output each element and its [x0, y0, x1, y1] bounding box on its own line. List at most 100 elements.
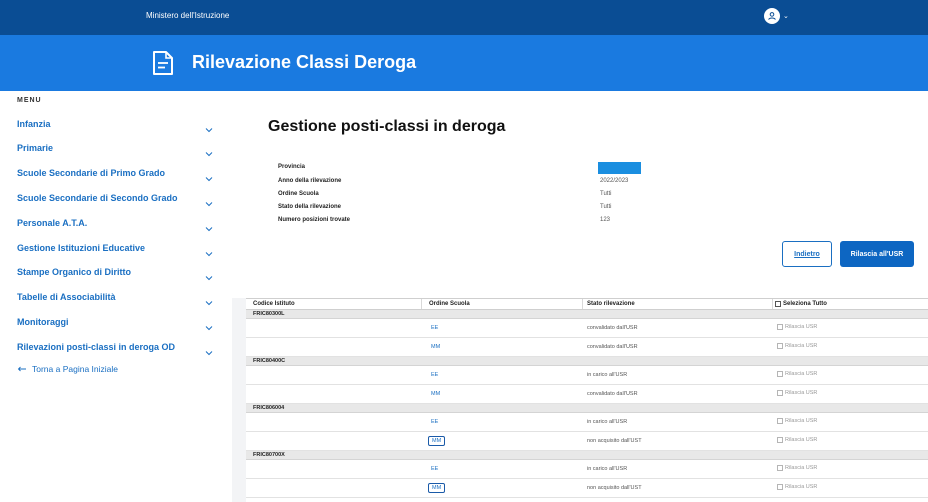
table-group-row: FRIC80400C — [246, 357, 928, 366]
sidebar-item-stampe-organico[interactable]: Stampe Organico di Diritto — [0, 260, 232, 284]
release-checkbox[interactable]: Rilascia USR — [777, 343, 817, 349]
provincia-value — [598, 162, 641, 174]
info-label-provincia: Provincia — [278, 164, 306, 170]
sidebar-item-secondarie-primo[interactable]: Scuole Secondarie di Primo Grado — [0, 161, 232, 185]
sidebar-item-label: Primarie — [17, 143, 54, 153]
ordine-link[interactable]: MM — [428, 483, 446, 493]
ordine-link[interactable]: MM — [431, 391, 440, 397]
chevron-down-icon — [205, 219, 213, 237]
info-label-ordine: Ordine Scuola — [278, 191, 319, 197]
chevron-down-icon: ⌄ — [783, 13, 789, 20]
table-row: MM convalidato dall'USR Rilascia USR — [246, 338, 928, 357]
table-row: MM convalidato dall'USR Rilascia USR — [246, 385, 928, 404]
app-header: Rilevazione Classi Deroga — [0, 35, 928, 91]
istituto-code: FRIC80300L — [253, 311, 285, 317]
select-all-label: Seleziona Tutto — [783, 301, 827, 307]
checkbox-label: Rilascia USR — [785, 437, 818, 443]
sidebar: MENU Infanzia Primarie Scuole Secondarie… — [0, 91, 232, 502]
chevron-down-icon — [205, 169, 213, 187]
sidebar-item-personale-ata[interactable]: Personale A.T.A. — [0, 211, 232, 235]
sidebar-item-label: Monitoraggi — [17, 317, 69, 327]
results-table: Codice Istituto Ordine Scuola Stato rile… — [246, 298, 928, 498]
chevron-down-icon — [205, 268, 213, 286]
release-checkbox[interactable]: Rilascia USR — [777, 418, 817, 424]
release-checkbox[interactable]: Rilascia USR — [777, 371, 817, 377]
ordine-link[interactable]: EE — [431, 466, 438, 472]
stato-value: convalidato dall'USR — [587, 391, 638, 397]
release-checkbox[interactable]: Rilascia USR — [777, 465, 817, 471]
sidebar-item-label: Gestione Istituzioni Educative — [17, 243, 146, 253]
checkbox — [777, 324, 783, 330]
sidebar-item-label: Scuole Secondarie di Primo Grado — [17, 168, 166, 178]
sidebar-item-label: Infanzia — [17, 119, 51, 129]
column-header-stato: Stato rilevazione — [587, 301, 635, 307]
checkbox-label: Rilascia USR — [785, 371, 818, 377]
table-row: EE in carico all'USR Rilascia USR — [246, 460, 928, 479]
ordine-link[interactable]: EE — [431, 325, 438, 331]
select-all-checkbox[interactable]: Seleziona Tutto — [775, 301, 827, 307]
stato-value: in carico all'USR — [587, 372, 628, 378]
home-link-label: Torna a Pagina Iniziale — [32, 364, 119, 374]
sidebar-item-infanzia[interactable]: Infanzia — [0, 112, 232, 136]
checkbox — [777, 343, 783, 349]
back-button[interactable]: Indietro — [782, 241, 832, 267]
istituto-code: FRIC80400C — [253, 358, 286, 364]
table-group-row: FRIC806004 — [246, 404, 928, 413]
document-icon — [152, 50, 174, 81]
column-header-ordine: Ordine Scuola — [429, 301, 470, 307]
user-menu[interactable]: ⌄ — [764, 8, 789, 24]
checkbox-label: Rilascia USR — [785, 465, 818, 471]
page-title: Gestione posti-classi in deroga — [268, 118, 506, 135]
ministry-name: Ministero dell'Istruzione — [146, 11, 230, 20]
ordine-link[interactable]: MM — [428, 436, 446, 446]
checkbox — [775, 301, 781, 307]
chevron-down-icon — [205, 293, 213, 311]
istituto-code: FRIC806004 — [253, 405, 285, 411]
top-bar: Ministero dell'Istruzione ⌄ — [0, 0, 928, 35]
sidebar-item-label: Tabelle di Associabilità — [17, 292, 116, 302]
sidebar-item-monitoraggi[interactable]: Monitoraggi — [0, 310, 232, 334]
release-checkbox[interactable]: Rilascia USR — [777, 437, 817, 443]
info-value-stato: Tutti — [600, 204, 612, 210]
user-avatar-icon — [764, 8, 780, 24]
info-label-numero: Numero posizioni trovate — [278, 217, 351, 223]
table-row: EE in carico all'USR Rilascia USR — [246, 366, 928, 385]
checkbox-label: Rilascia USR — [785, 343, 818, 349]
sidebar-item-istituzioni-educative[interactable]: Gestione Istituzioni Educative — [0, 236, 232, 260]
ordine-link[interactable]: MM — [431, 344, 440, 350]
stato-value: convalidato dall'USR — [587, 325, 638, 331]
sidebar-item-label: Personale A.T.A. — [17, 218, 88, 228]
istituto-code: FRIC80700X — [253, 452, 285, 458]
release-checkbox[interactable]: Rilascia USR — [777, 324, 817, 330]
sidebar-item-label: Stampe Organico di Diritto — [17, 267, 132, 277]
sidebar-item-tabelle-associabilita[interactable]: Tabelle di Associabilità — [0, 285, 232, 309]
chevron-down-icon — [205, 318, 213, 336]
info-value-numero: 123 — [600, 217, 611, 223]
sidebar-item-label: Scuole Secondarie di Secondo Grado — [17, 193, 178, 203]
checkbox — [777, 437, 783, 443]
chevron-down-icon — [205, 343, 213, 361]
table-header: Codice Istituto Ordine Scuola Stato rile… — [246, 298, 928, 310]
checkbox-label: Rilascia USR — [785, 418, 818, 424]
stato-value: in carico all'USR — [587, 419, 628, 425]
checkbox — [777, 484, 783, 490]
stato-value: convalidato dall'USR — [587, 344, 638, 350]
chevron-down-icon — [205, 194, 213, 212]
info-label-stato: Stato della rilevazione — [278, 204, 342, 210]
table-row: EE in carico all'USR Rilascia USR — [246, 413, 928, 432]
sidebar-item-secondarie-secondo[interactable]: Scuole Secondarie di Secondo Grado — [0, 186, 232, 210]
sidebar-item-rilevazioni-deroga[interactable]: Rilevazioni posti-classi in deroga OD — [0, 335, 232, 359]
release-checkbox[interactable]: Rilascia USR — [777, 484, 817, 490]
ordine-link[interactable]: EE — [431, 372, 438, 378]
sidebar-item-primarie[interactable]: Primarie — [0, 136, 232, 160]
ordine-link[interactable]: EE — [431, 419, 438, 425]
checkbox-label: Rilascia USR — [785, 484, 818, 490]
info-label-anno: Anno della rilevazione — [278, 178, 342, 184]
checkbox — [777, 371, 783, 377]
chevron-down-icon — [205, 144, 213, 162]
release-to-usr-button[interactable]: Rilascia all'USR — [840, 241, 914, 267]
release-checkbox[interactable]: Rilascia USR — [777, 390, 817, 396]
back-to-home-link[interactable]: Torna a Pagina Iniziale — [17, 364, 118, 374]
table-row: MM non acquisito dall'UST Rilascia USR — [246, 432, 928, 451]
table-group-row: FRIC80700X — [246, 451, 928, 460]
